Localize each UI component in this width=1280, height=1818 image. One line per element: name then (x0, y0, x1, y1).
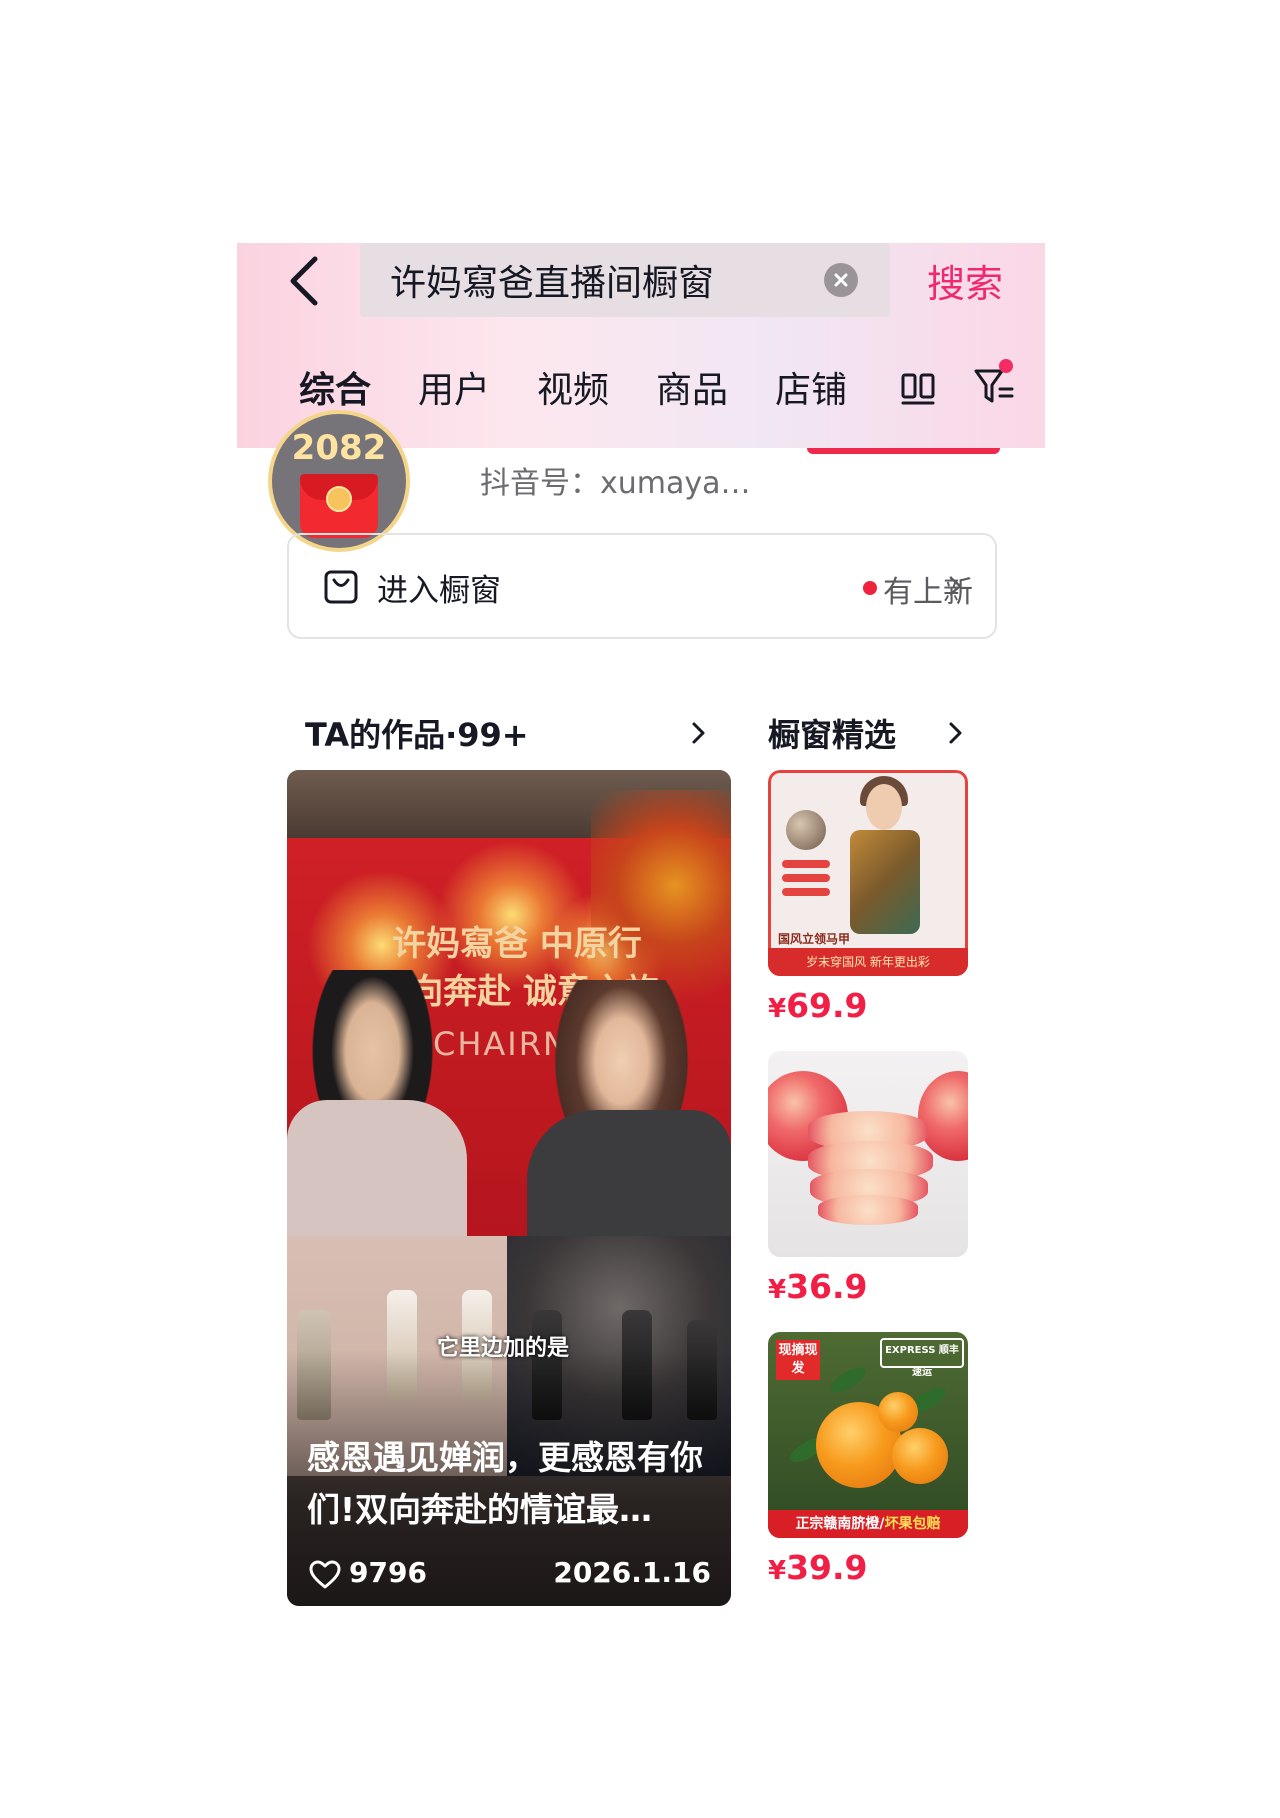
enter-window-label: 进入橱窗 (377, 573, 501, 609)
product-image: 国风立领马甲 岁末穿国风 新年更出彩 (768, 770, 968, 976)
shopping-bag-icon (324, 570, 358, 604)
phone-screen: 许妈寫爸直播间橱窗 搜索 综合 用户 视频 商品 店铺 2082 抖音号：xum… (237, 243, 1045, 1633)
featured-title[interactable]: 橱窗精选 (768, 710, 896, 756)
product-image: 现摘现发 EXPRESS 顺丰速运 正宗赣南脐橙/坏果包赔 (768, 1332, 968, 1538)
red-envelope-icon (300, 474, 378, 538)
search-tabs: 综合 用户 视频 商品 店铺 (299, 361, 894, 421)
product-image (768, 1051, 968, 1257)
tab-shops[interactable]: 店铺 (775, 361, 847, 421)
filter-notification-dot (999, 359, 1013, 373)
avatar[interactable]: 2082 (268, 410, 410, 552)
product-card[interactable]: ¥36.9 (768, 1051, 968, 1311)
search-button[interactable]: 搜索 (927, 253, 1003, 308)
video-card[interactable]: 许妈寫爸 中原行 双向奔赴 诚意之旅 CHAIRN 它里边加的是 感恩遇见婵润，… (287, 770, 731, 1606)
search-results: 2082 抖音号：xumaya… 进入橱窗 有上新 TA的作品·99+ 橱窗精选 (247, 410, 1035, 1633)
chevron-right-icon[interactable] (690, 718, 708, 748)
product-price: ¥39.9 (768, 1548, 868, 1587)
product-card[interactable]: 现摘现发 EXPRESS 顺丰速运 正宗赣南脐橙/坏果包赔 ¥39.9 (768, 1332, 968, 1592)
fresh-badge: 现摘现发 (776, 1340, 820, 1380)
chevron-left-icon[interactable] (285, 253, 325, 309)
video-caption: 感恩遇见婵润，更感恩有你们!双向奔赴的情谊最… (307, 1438, 703, 1529)
new-indicator-dot (863, 581, 877, 595)
tab-videos[interactable]: 视频 (537, 361, 609, 421)
product-card[interactable]: 国风立领马甲 岁末穿国风 新年更出彩 ¥69.9 (768, 770, 968, 1030)
search-query[interactable]: 许妈寫爸直播间橱窗 (390, 254, 714, 306)
video-date: 2026.1.16 (553, 1556, 711, 1589)
douyin-id: 抖音号：xumaya… (480, 466, 751, 501)
tab-products[interactable]: 商品 (656, 361, 728, 421)
works-title[interactable]: TA的作品·99+ (305, 710, 529, 756)
enter-window-button[interactable]: 进入橱窗 有上新 (287, 533, 997, 639)
search-input[interactable]: 许妈寫爸直播间橱窗 (360, 243, 890, 317)
chevron-right-icon (949, 576, 962, 596)
express-badge: EXPRESS 顺丰速运 (880, 1338, 964, 1378)
double-column-icon[interactable] (900, 371, 936, 407)
product-price: ¥69.9 (768, 986, 868, 1025)
avatar-count: 2082 (291, 428, 387, 468)
close-circle-icon[interactable] (824, 263, 858, 297)
heart-icon (309, 1560, 341, 1589)
chevron-right-icon[interactable] (947, 718, 965, 748)
video-likes: 9796 (349, 1556, 427, 1589)
product-price: ¥36.9 (768, 1267, 868, 1306)
follow-button-edge[interactable] (807, 448, 1000, 454)
tab-users[interactable]: 用户 (418, 361, 490, 421)
